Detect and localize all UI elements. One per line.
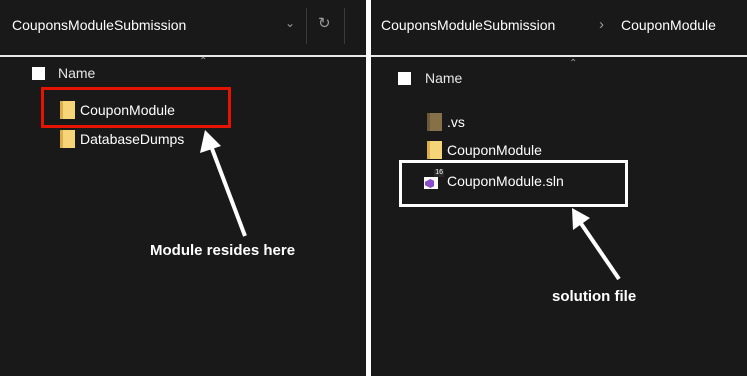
left-explorer-window: CouponsModuleSubmission ⌄ ↻ ⌃ Name Coupo… — [0, 0, 366, 376]
arrow-icon — [572, 208, 621, 281]
annotation-label: solution file — [552, 288, 637, 305]
arrow-icon — [200, 130, 247, 237]
annotation-label: Module resides here — [150, 242, 296, 259]
right-explorer-window: CouponsModuleSubmission › CouponModule ⌃… — [371, 0, 747, 376]
